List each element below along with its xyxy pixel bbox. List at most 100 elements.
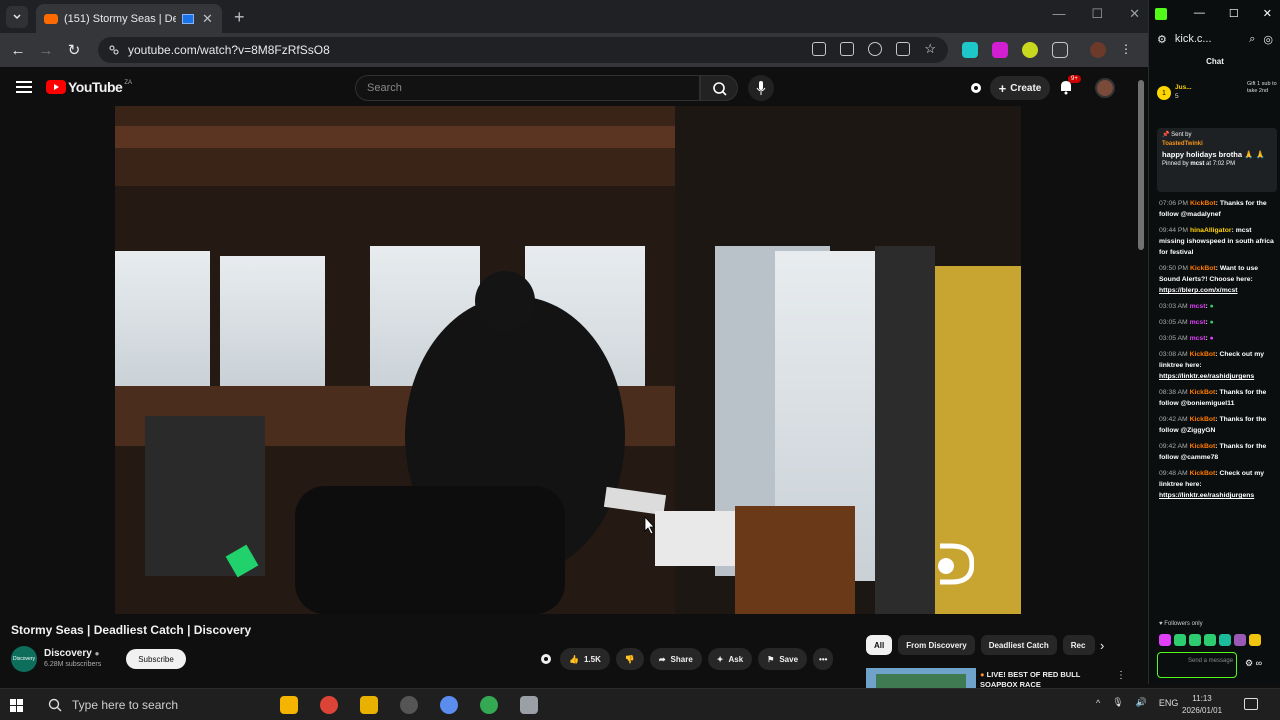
notification-center-icon[interactable]	[1244, 698, 1258, 710]
account-avatar[interactable]	[1095, 78, 1115, 98]
message-user[interactable]: KickBot	[1190, 200, 1216, 207]
site-info-icon[interactable]	[108, 44, 120, 56]
message-user[interactable]: mcst	[1190, 303, 1206, 310]
taskbar-search-box[interactable]: Type here to search	[40, 693, 280, 717]
chevron-up-icon[interactable]: ^	[1096, 698, 1100, 708]
pinned-author[interactable]: ToastedTwinki	[1162, 140, 1272, 149]
windows-start-icon[interactable]	[10, 699, 23, 712]
speaker-icon[interactable]: 🔊	[1136, 697, 1147, 708]
close-tab-icon[interactable]: ✕	[202, 11, 213, 27]
emote-icon[interactable]	[1204, 634, 1216, 646]
chrome-icon[interactable]	[320, 696, 338, 714]
message-link[interactable]: https://linktr.ee/rashidjurgens	[1159, 492, 1254, 499]
minimize-icon[interactable]: —	[1052, 6, 1065, 22]
channel-avatar[interactable]: Discovery	[11, 646, 37, 672]
channel-name[interactable]: Discovery ●	[44, 648, 99, 659]
close-window-icon[interactable]: ✕	[1263, 7, 1272, 20]
share-button[interactable]: ➦ Share	[649, 648, 702, 670]
search-button[interactable]	[700, 75, 738, 101]
search-input[interactable]: Search	[355, 75, 700, 101]
forward-icon[interactable]: →	[32, 42, 60, 59]
chip-deadliest-catch[interactable]: Deadliest Catch	[980, 635, 1057, 655]
translate-extension-icon[interactable]	[962, 42, 978, 58]
extension-icon[interactable]	[992, 42, 1008, 58]
message-user[interactable]: KickBot	[1190, 470, 1216, 477]
youtube-logo[interactable]: YouTube ZA	[46, 79, 132, 95]
zoom-icon[interactable]	[868, 42, 883, 56]
ask-button[interactable]: ✦ Ask	[707, 648, 753, 670]
chrome-profile-icon[interactable]	[480, 696, 498, 714]
new-tab-button[interactable]: +	[234, 8, 245, 26]
menu-icon[interactable]	[16, 81, 32, 96]
studio-gear-icon[interactable]	[968, 80, 984, 96]
emote-icon[interactable]	[1234, 634, 1246, 646]
message-user[interactable]: KickBot	[1190, 443, 1216, 450]
address-bar[interactable]: youtube.com/watch?v=8M8FzRfSsO8 ☆	[98, 37, 948, 63]
create-button[interactable]: + Create	[990, 76, 1050, 100]
tab-search-button[interactable]	[6, 5, 28, 28]
more-actions-button[interactable]: •••	[813, 648, 834, 670]
subscriber-count: 6.28M subscribers	[44, 661, 102, 668]
camera-blocked-icon[interactable]	[812, 42, 827, 56]
emote-icon[interactable]	[1189, 634, 1201, 646]
message-user[interactable]: KickBot	[1190, 389, 1216, 396]
recommendation-title[interactable]: ● LIVE! BEST OF RED BULL SOAPBOX RACE	[980, 670, 1100, 690]
maximize-icon[interactable]: ☐	[1091, 6, 1103, 22]
gear-icon[interactable]	[538, 651, 554, 667]
widgets-icon[interactable]	[280, 696, 298, 714]
save-button[interactable]: ⚑ Save	[758, 648, 808, 670]
page-scrollbar[interactable]	[1138, 80, 1144, 250]
chip-from-discovery[interactable]: From Discovery	[898, 635, 975, 655]
app-icon[interactable]	[440, 696, 458, 714]
message-link[interactable]: https://linktr.ee/rashidjurgens	[1159, 373, 1254, 380]
video-player[interactable]	[115, 106, 1021, 614]
steam-icon[interactable]	[400, 696, 418, 714]
tracking-blocked-icon[interactable]	[896, 42, 911, 56]
microphone-icon[interactable]: 🎙	[1112, 697, 1123, 708]
profile-avatar[interactable]	[1090, 42, 1106, 58]
tracking-blocked-icon[interactable]: ◎	[1263, 33, 1273, 46]
chat-message-input[interactable]: Send a message	[1157, 652, 1237, 678]
message-user[interactable]: hinaAlligator	[1190, 227, 1232, 234]
file-explorer-icon[interactable]	[360, 696, 378, 714]
message-user[interactable]: KickBot	[1190, 265, 1216, 272]
browser-menu-icon[interactable]: ⋮	[1120, 42, 1132, 58]
close-window-icon[interactable]: ✕	[1129, 6, 1140, 22]
more-vertical-icon[interactable]: ⋮	[1116, 670, 1126, 681]
voice-search-button[interactable]	[748, 75, 774, 101]
site-info-icon[interactable]: ⚙	[1157, 33, 1167, 46]
message-user[interactable]: mcst	[1190, 335, 1206, 342]
install-app-icon[interactable]	[840, 42, 855, 56]
system-clock[interactable]: 11:13 2026/01/01	[1182, 693, 1222, 717]
recommendation-thumbnail[interactable]	[866, 668, 976, 688]
app-icon[interactable]	[520, 696, 538, 714]
message-user[interactable]: mcst	[1190, 319, 1206, 326]
chip-recent[interactable]: Rec	[1062, 635, 1095, 655]
puzzle-extensions-icon[interactable]	[1052, 42, 1068, 58]
subscribe-button[interactable]: Subscribe	[126, 649, 186, 669]
input-language[interactable]: ENG	[1159, 698, 1179, 708]
message-link[interactable]: https://blerp.com/x/mcst	[1159, 287, 1238, 294]
emote-icon[interactable]	[1159, 634, 1171, 646]
browser-tab[interactable]: (151) Stormy Seas | Deadlie ✕	[36, 4, 222, 33]
chat-address-bar[interactable]: ⚙ kick.c... ⌕ ◎	[1149, 28, 1280, 50]
extension-icon[interactable]	[1022, 42, 1038, 58]
zoom-icon[interactable]: ⌕	[1249, 33, 1255, 46]
chat-settings-icon[interactable]: ⚙ ∞	[1245, 658, 1262, 669]
like-button[interactable]: 👍 1.5K	[560, 648, 610, 670]
chevron-right-icon[interactable]: ›	[1100, 638, 1104, 653]
message-user[interactable]: KickBot	[1190, 351, 1216, 358]
message-time: 03:03 AM	[1159, 303, 1188, 310]
minimize-icon[interactable]: —	[1194, 7, 1205, 20]
back-icon[interactable]: ←	[4, 42, 32, 59]
emote-icon[interactable]	[1249, 634, 1261, 646]
dislike-button[interactable]: 👎	[615, 648, 644, 670]
emote-icon[interactable]	[1174, 634, 1186, 646]
emote-icon[interactable]	[1219, 634, 1231, 646]
bookmark-star-icon[interactable]: ☆	[924, 42, 936, 56]
message-user[interactable]: KickBot	[1190, 416, 1216, 423]
gift-leaderboard[interactable]: 1 Jus... 5 Gift 1 sub to take 2nd	[1157, 80, 1277, 118]
chip-all[interactable]: All	[866, 635, 893, 655]
maximize-icon[interactable]: ☐	[1229, 7, 1239, 20]
reload-icon[interactable]: ↻	[60, 41, 88, 59]
